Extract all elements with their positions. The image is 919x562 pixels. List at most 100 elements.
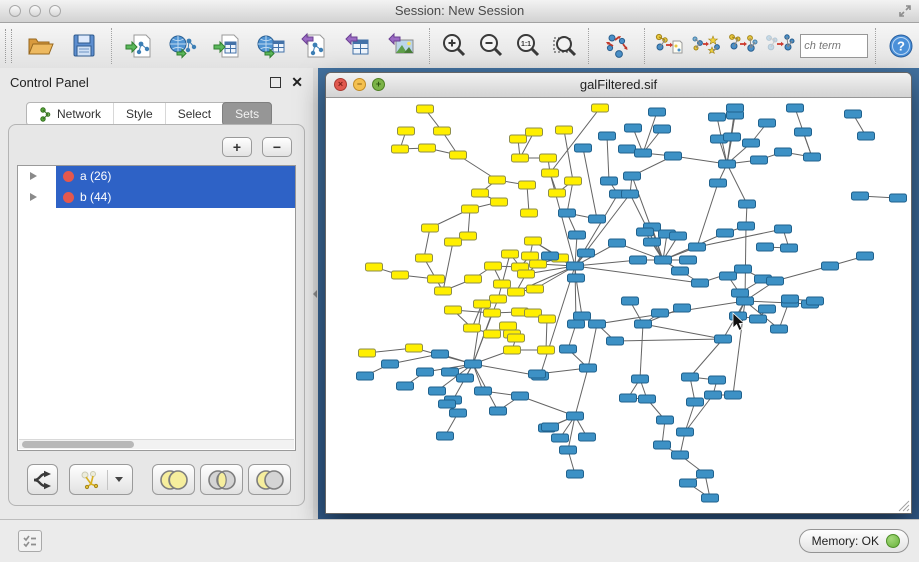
add-set-button[interactable]: + <box>222 137 252 157</box>
list-item[interactable]: b (44) <box>18 187 295 208</box>
graph-node <box>771 325 788 333</box>
help-button[interactable]: ? <box>882 26 919 66</box>
minimize-network-window-button[interactable]: − <box>353 78 366 91</box>
import-table-file-button[interactable] <box>205 26 249 66</box>
save-session-button[interactable] <box>62 26 106 66</box>
scrollbar-thumb[interactable] <box>22 441 134 448</box>
set-difference-button[interactable] <box>248 464 291 495</box>
graph-node <box>644 238 661 246</box>
task-history-button[interactable] <box>18 530 42 552</box>
graph-node <box>510 135 527 143</box>
apply-layout-button[interactable] <box>595 26 639 66</box>
export-table-button[interactable] <box>336 26 380 66</box>
toolbar-separator <box>875 28 877 64</box>
graph-node <box>397 382 414 390</box>
graph-node <box>709 113 726 121</box>
tab-style[interactable]: Style <box>113 103 165 125</box>
float-panel-icon[interactable] <box>270 77 281 88</box>
export-image-button[interactable] <box>380 26 424 66</box>
graph-node <box>489 176 506 184</box>
graph-node <box>589 320 606 328</box>
zoom-actual-size-icon: 1:1 <box>514 32 542 60</box>
zoom-out-button[interactable] <box>473 26 510 66</box>
remove-set-button[interactable]: − <box>262 137 292 157</box>
dropdown-arrow-icon[interactable] <box>115 477 123 482</box>
memory-status-button[interactable]: Memory: OK <box>799 529 909 553</box>
collapse-panel-icon[interactable] <box>313 290 317 298</box>
toolbar-drag-handle[interactable] <box>5 29 12 63</box>
open-session-button[interactable] <box>18 26 62 66</box>
network-graph[interactable] <box>326 98 909 513</box>
import-network-file-icon <box>124 31 154 61</box>
graph-node <box>442 368 459 376</box>
close-window-button[interactable] <box>9 5 21 17</box>
graph-node <box>705 391 722 399</box>
fullscreen-icon[interactable] <box>897 3 913 19</box>
graph-node <box>525 237 542 245</box>
network-window[interactable]: × − + galFiltered.sif <box>325 72 912 514</box>
network-diff-highlight-button[interactable] <box>688 26 725 66</box>
application-window: Session: New Session <box>0 0 919 562</box>
graph-node <box>724 133 741 141</box>
network-extract-button[interactable] <box>761 26 798 66</box>
sets-list[interactable]: a (26) b (44) <box>17 165 296 451</box>
graph-node <box>428 275 445 283</box>
tab-select[interactable]: Select <box>165 103 223 125</box>
graph-node <box>464 324 481 332</box>
horizontal-scrollbar[interactable] <box>19 439 294 449</box>
zoom-out-icon <box>477 32 505 60</box>
graph-node <box>450 151 467 159</box>
zoom-in-button[interactable] <box>436 26 473 66</box>
close-panel-icon[interactable]: ✕ <box>291 72 303 92</box>
network-merge-button[interactable] <box>725 26 762 66</box>
zoom-window-button[interactable] <box>49 5 61 17</box>
graph-node <box>670 232 687 240</box>
close-network-window-button[interactable]: × <box>334 78 347 91</box>
tab-style-label: Style <box>126 107 153 121</box>
toolbar-separator <box>588 28 590 64</box>
graph-node <box>720 272 737 280</box>
set-intersection-button[interactable] <box>200 464 243 495</box>
graph-node <box>465 360 482 368</box>
maximize-network-window-button[interactable]: + <box>372 78 385 91</box>
import-network-file-button[interactable] <box>118 26 162 66</box>
graph-node <box>609 239 626 247</box>
minimize-window-button[interactable] <box>29 5 41 17</box>
graph-node <box>432 350 449 358</box>
zoom-fit-selected-button[interactable] <box>546 26 583 66</box>
graph-node <box>552 434 569 442</box>
export-network-button[interactable] <box>293 26 337 66</box>
network-window-titlebar[interactable]: × − + galFiltered.sif <box>326 73 911 98</box>
graph-node <box>750 315 767 323</box>
graph-node <box>556 126 573 134</box>
open-folder-icon <box>25 31 55 61</box>
graph-node <box>359 349 376 357</box>
graph-node <box>725 391 742 399</box>
set-union-button[interactable] <box>152 464 195 495</box>
tab-network[interactable]: Network <box>27 103 113 125</box>
graph-node <box>475 387 492 395</box>
graph-node <box>601 177 618 185</box>
search-input[interactable] <box>800 34 868 58</box>
graph-node <box>709 376 726 384</box>
split-set-button[interactable] <box>27 464 58 495</box>
graph-node <box>781 244 798 252</box>
resize-grip-icon[interactable] <box>896 498 910 512</box>
graph-node <box>657 416 674 424</box>
zoom-actual-size-button[interactable]: 1:1 <box>510 26 547 66</box>
window-titlebar[interactable]: Session: New Session <box>0 0 919 23</box>
graph-node <box>589 215 606 223</box>
network-canvas[interactable] <box>326 98 911 513</box>
import-table-web-button[interactable] <box>249 26 293 66</box>
graph-node <box>719 160 736 168</box>
tab-sets[interactable]: Sets <box>222 102 272 126</box>
create-set-from-network-button[interactable] <box>69 464 133 495</box>
graph-node <box>392 271 409 279</box>
network-diff-report-button[interactable] <box>651 26 688 66</box>
list-item[interactable]: a (26) <box>18 166 295 187</box>
graph-node <box>852 192 869 200</box>
import-network-web-button[interactable] <box>161 26 205 66</box>
graph-node <box>568 274 585 282</box>
expand-arrow-icon[interactable] <box>30 172 37 180</box>
expand-arrow-icon[interactable] <box>30 193 37 201</box>
